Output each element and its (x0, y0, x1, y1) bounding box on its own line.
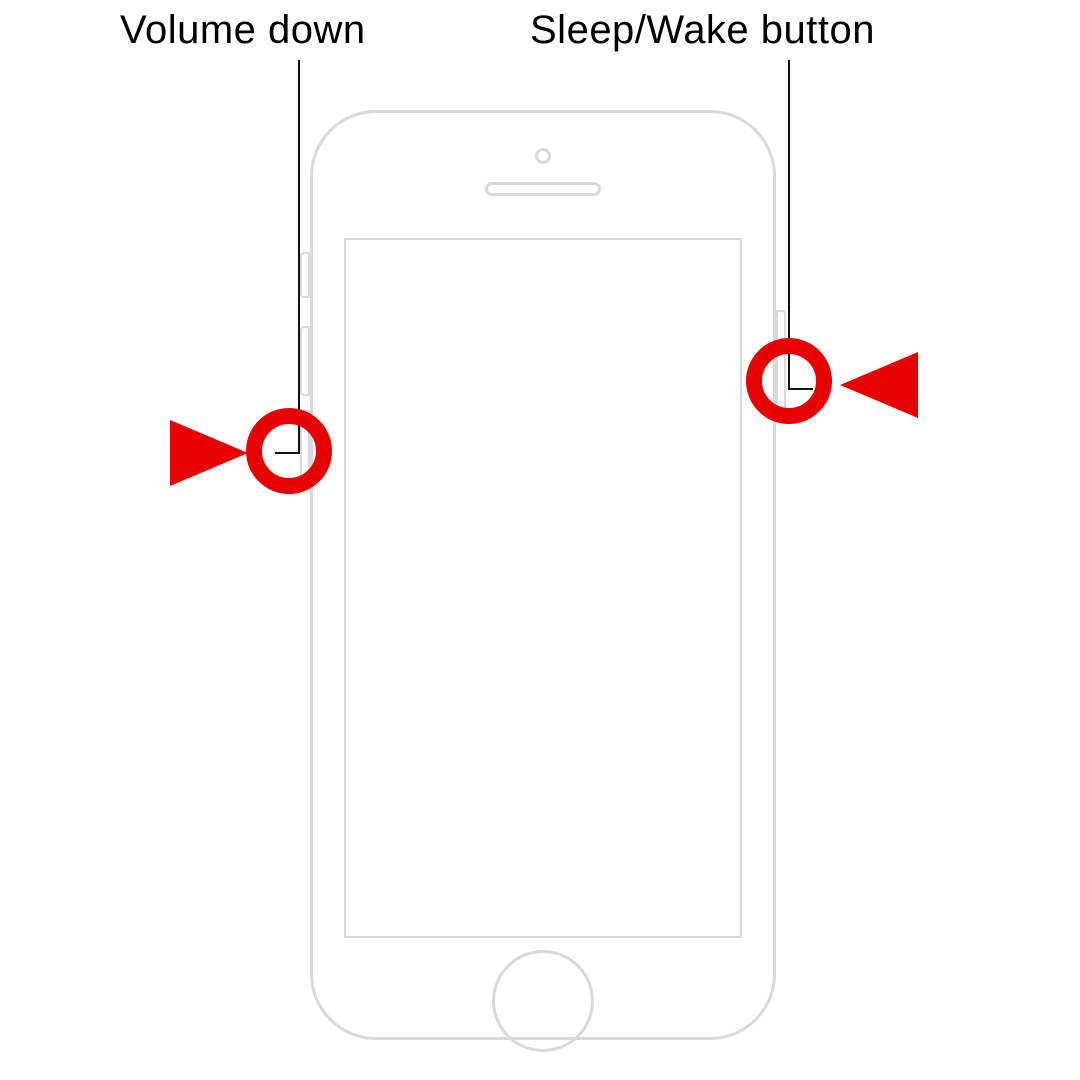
camera-icon (535, 148, 551, 164)
diagram-stage: Volume down Sleep/Wake button (0, 0, 1080, 1080)
label-sleep-wake: Sleep/Wake button (530, 8, 875, 53)
label-volume-down: Volume down (120, 8, 366, 53)
speaker-grille (485, 182, 601, 196)
home-button (492, 950, 594, 1052)
highlight-circle-volume-down (246, 408, 332, 494)
highlight-circle-sleep-wake (746, 338, 832, 424)
phone-screen (344, 238, 742, 938)
arrow-right-icon (0, 398, 250, 508)
arrow-left-icon (838, 330, 1080, 440)
mute-switch (300, 252, 310, 298)
volume-up-button (300, 326, 310, 396)
